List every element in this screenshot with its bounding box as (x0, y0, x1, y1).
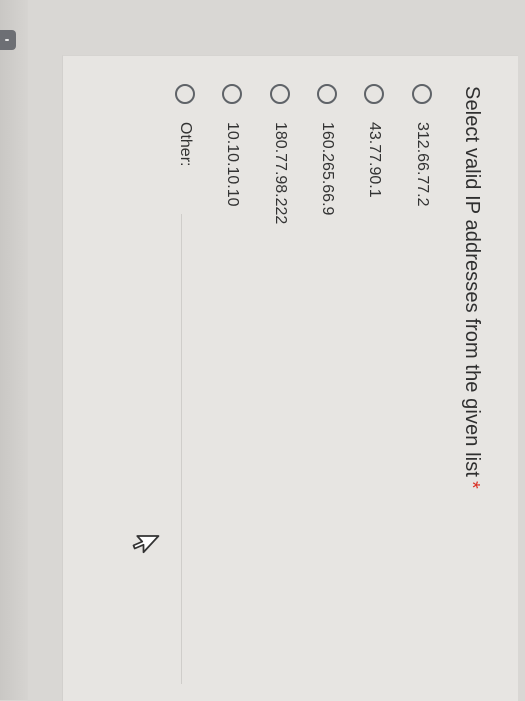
option-label: 312.66.77.2 (414, 122, 431, 207)
corner-badge (0, 30, 16, 50)
option-3[interactable]: 160.265.66.9 (312, 84, 342, 564)
mouse-cursor-icon (132, 535, 160, 554)
radio-button[interactable] (270, 84, 290, 104)
option-label: 43.77.90.1 (366, 122, 383, 198)
radio-button[interactable] (175, 84, 195, 104)
option-label: 180.77.98.222 (272, 122, 289, 225)
required-asterisk: * (461, 480, 483, 489)
option-label: 10.10.10.10 (224, 122, 241, 207)
radio-button[interactable] (222, 84, 242, 104)
option-other[interactable]: Other: (170, 84, 200, 684)
option-1[interactable]: 312.66.77.2 (407, 84, 437, 564)
question-content: Select valid IP addresses from the given… (95, 76, 495, 696)
radio-button[interactable] (412, 84, 432, 104)
question-text: Select valid IP addresses from the given… (461, 86, 483, 477)
radio-button[interactable] (364, 84, 384, 104)
question-title: Select valid IP addresses from the given… (460, 86, 483, 489)
option-label: 160.265.66.9 (319, 122, 336, 216)
question-card: Select valid IP addresses from the given… (62, 55, 518, 701)
option-2[interactable]: 43.77.90.1 (359, 84, 389, 564)
page-left-edge (0, 0, 28, 700)
radio-button[interactable] (317, 84, 337, 104)
other-text-input[interactable] (181, 214, 182, 684)
option-4[interactable]: 180.77.98.222 (265, 84, 295, 564)
option-label: Other: (177, 122, 194, 167)
option-5[interactable]: 10.10.10.10 (217, 84, 247, 564)
